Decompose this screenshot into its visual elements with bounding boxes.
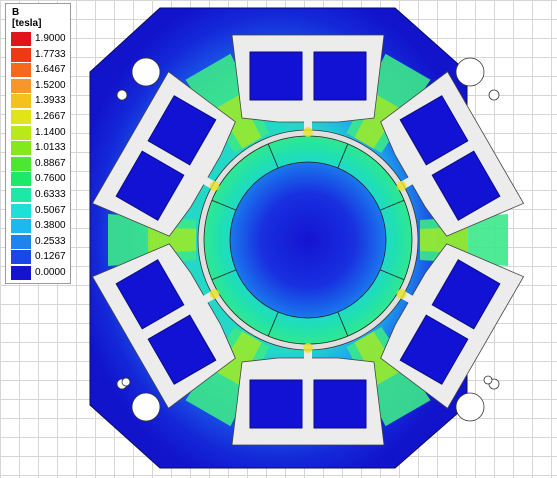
legend-value: 1.6467: [35, 64, 66, 76]
mounting-hole: [455, 392, 485, 422]
legend-swatch: [11, 266, 31, 280]
legend-swatch: [11, 47, 31, 62]
airgap-hotspot: [396, 289, 407, 299]
legend-swatch: [11, 234, 31, 249]
rotor: [197, 127, 419, 353]
legend-value: 0.6333: [35, 189, 66, 200]
legend-value: 1.5200: [35, 79, 66, 91]
airgap-hotspot: [396, 181, 407, 191]
legend-unit: [tesla]: [12, 18, 42, 29]
coil: [249, 379, 303, 429]
mounting-hole: [121, 377, 131, 387]
legend-swatch: [11, 141, 31, 156]
airgap-hotspot: [303, 127, 313, 137]
legend-swatch: [11, 125, 31, 140]
legend-swatch: [11, 219, 31, 234]
legend-swatch: [11, 203, 31, 218]
field-plot-viewport[interactable]: [0, 0, 557, 478]
legend-swatch: [11, 110, 31, 124]
airgap-hotspot: [209, 181, 220, 191]
legend-value: 0.2533: [35, 235, 66, 247]
rotor-inner-ring: [229, 161, 387, 319]
legend-value: 1.3933: [35, 95, 66, 107]
mounting-hole: [131, 392, 161, 422]
coil: [313, 51, 367, 101]
legend-swatch: [11, 156, 31, 171]
mounting-hole: [116, 89, 128, 101]
mounting-hole: [455, 57, 485, 87]
legend-value: 0.1267: [35, 251, 66, 263]
legend-value: 0.0000: [35, 267, 66, 278]
legend-swatch: [11, 78, 31, 93]
legend-title: B: [12, 7, 20, 18]
legend-swatch: [11, 188, 31, 202]
legend-swatch: [11, 250, 31, 265]
legend-value: 0.7600: [35, 173, 66, 185]
legend-value: 1.7733: [35, 48, 66, 60]
legend-value: 1.1400: [35, 126, 66, 138]
legend-swatch: [11, 94, 31, 109]
legend-value: 0.8867: [35, 157, 66, 169]
legend-value: 1.0133: [35, 142, 66, 154]
legend-swatch: [11, 63, 31, 78]
coil: [313, 379, 367, 429]
legend-swatch: [11, 32, 31, 46]
mounting-hole: [488, 89, 500, 101]
airgap-hotspot: [303, 343, 313, 353]
legend-value: 0.3800: [35, 220, 66, 232]
legend-value: 0.5067: [35, 204, 66, 216]
airgap-hotspot: [209, 289, 220, 299]
legend-value: 1.2667: [35, 111, 66, 122]
legend-value: 1.9000: [35, 33, 66, 44]
field-legend[interactable]: B [tesla] 1.9000 1.7733 1.6467 1.5200 1.3933…: [5, 3, 71, 284]
mounting-hole: [131, 57, 161, 87]
legend-swatch: [11, 172, 31, 187]
mounting-hole: [483, 375, 493, 385]
coil: [249, 51, 303, 101]
